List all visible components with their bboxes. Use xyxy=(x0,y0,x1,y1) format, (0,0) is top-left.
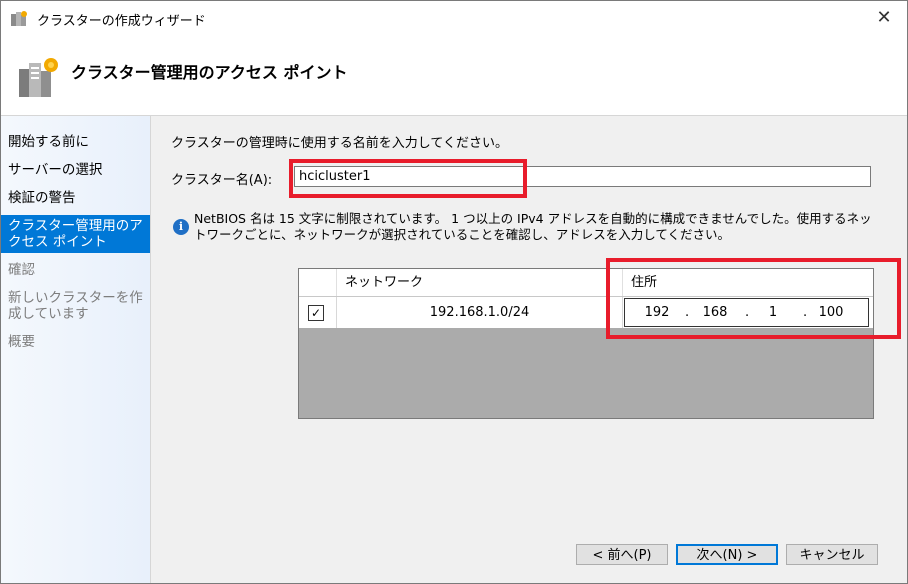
cluster-name-label: クラスター名(A): xyxy=(171,173,273,188)
step-select-servers[interactable]: サーバーの選択 xyxy=(1,159,150,181)
cluster-wizard-icon xyxy=(19,58,58,97)
cancel-button[interactable]: キャンセル xyxy=(786,544,878,565)
ip-address-input[interactable]: 192 . 168 . 1 . 100 xyxy=(624,298,869,327)
ip-octet-2[interactable]: 168 xyxy=(699,305,731,320)
ip-octet-1[interactable]: 192 xyxy=(641,305,673,320)
back-button[interactable]: < 前へ(P) xyxy=(576,544,668,565)
header-network[interactable]: ネットワーク xyxy=(337,269,623,296)
page-header: クラスター管理用のアクセス ポイント xyxy=(1,37,907,116)
wizard-window: クラスターの作成ウィザード ✕ クラスター管理用のアクセス ポイント 開始する前… xyxy=(0,0,908,584)
info-message: NetBIOS 名は 15 文字に制限されています。 1 つ以上の IPv4 ア… xyxy=(194,211,872,242)
instruction-text: クラスターの管理時に使用する名前を入力してください。 xyxy=(171,136,508,151)
ip-dot: . xyxy=(803,305,808,320)
cluster-app-icon xyxy=(11,11,27,26)
title-bar: クラスターの作成ウィザード ✕ xyxy=(1,1,907,37)
step-before-you-begin[interactable]: 開始する前に xyxy=(1,131,150,153)
cluster-name-input[interactable] xyxy=(294,166,871,187)
next-button[interactable]: 次へ(N) > xyxy=(676,544,778,565)
close-icon[interactable]: ✕ xyxy=(867,3,901,33)
ip-dot: . xyxy=(745,305,750,320)
page-title: クラスター管理用のアクセス ポイント xyxy=(71,63,348,82)
ip-dot: . xyxy=(685,305,690,320)
step-confirmation: 確認 xyxy=(8,262,35,278)
wizard-steps: 開始する前に サーバーの選択 検証の警告 クラスター管理用のアクセス ポイント … xyxy=(1,116,151,583)
grid-header: ネットワーク 住所 xyxy=(299,269,873,297)
info-icon: i xyxy=(173,219,189,235)
network-checkbox[interactable]: ✓ xyxy=(308,305,324,321)
select-cell: ✓ xyxy=(299,297,337,328)
address-cell: 192 . 168 . 1 . 100 xyxy=(623,297,873,328)
header-select xyxy=(299,269,337,296)
step-summary: 概要 xyxy=(8,334,35,350)
window-title: クラスターの作成ウィザード xyxy=(37,14,206,29)
table-row: ✓ 192.168.1.0/24 192 . 168 . 1 . 100 xyxy=(299,297,873,328)
network-grid: ネットワーク 住所 ✓ 192.168.1.0/24 192 . 168 . 1… xyxy=(298,268,874,419)
network-cell: 192.168.1.0/24 xyxy=(337,297,623,328)
ip-octet-3[interactable]: 1 xyxy=(757,305,789,320)
step-validation-warning[interactable]: 検証の警告 xyxy=(1,187,150,209)
step-creating-cluster: 新しいクラスターを作成しています xyxy=(8,290,143,322)
header-address[interactable]: 住所 xyxy=(623,269,873,296)
step-access-point[interactable]: クラスター管理用のアクセス ポイント xyxy=(1,215,150,253)
main-panel: クラスターの管理時に使用する名前を入力してください。 クラスター名(A): i … xyxy=(151,116,907,583)
ip-octet-4[interactable]: 100 xyxy=(815,305,847,320)
